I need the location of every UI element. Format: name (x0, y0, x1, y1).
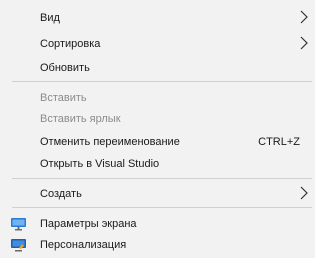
display-icon (11, 218, 26, 231)
menu-item-label: Сортировка (40, 38, 101, 50)
menu-item-label: Вставить ярлык (40, 113, 121, 125)
menu-item-refresh[interactable]: Обновить (0, 57, 315, 79)
menu-item-label: Обновить (40, 62, 90, 74)
menu-item-label: Вставить (40, 92, 87, 104)
personalization-icon (11, 239, 26, 252)
menu-item-sort[interactable]: Сортировка (0, 33, 315, 55)
menu-item-open-visual-studio[interactable]: Открыть в Visual Studio (0, 153, 315, 175)
menu-item-label: Отменить переименование (40, 136, 180, 148)
menu-item-label: Персонализация (40, 239, 127, 251)
menu-item-personalization[interactable]: Персонализация (0, 234, 315, 256)
menu-item-paste: Вставить (0, 87, 315, 109)
separator (12, 207, 312, 208)
menu-item-view[interactable]: Вид (0, 7, 315, 29)
menu-item-display-settings[interactable]: Параметры экрана (0, 213, 315, 235)
chevron-right-icon (300, 36, 308, 50)
desktop-context-menu: Вид Сортировка Обновить Вставить Вставит… (0, 0, 315, 258)
separator (12, 81, 312, 82)
separator (12, 178, 312, 179)
menu-item-create[interactable]: Создать (0, 183, 315, 205)
chevron-right-icon (300, 10, 308, 24)
menu-item-label: Открыть в Visual Studio (40, 158, 160, 170)
menu-item-label: Вид (40, 12, 60, 24)
menu-item-undo-rename[interactable]: Отменить переименование CTRL+Z (0, 131, 315, 153)
menu-item-label: Создать (40, 188, 82, 200)
chevron-right-icon (300, 186, 308, 200)
menu-item-paste-shortcut: Вставить ярлык (0, 108, 315, 130)
shortcut-label: CTRL+Z (258, 136, 300, 148)
menu-item-label: Параметры экрана (40, 218, 137, 230)
